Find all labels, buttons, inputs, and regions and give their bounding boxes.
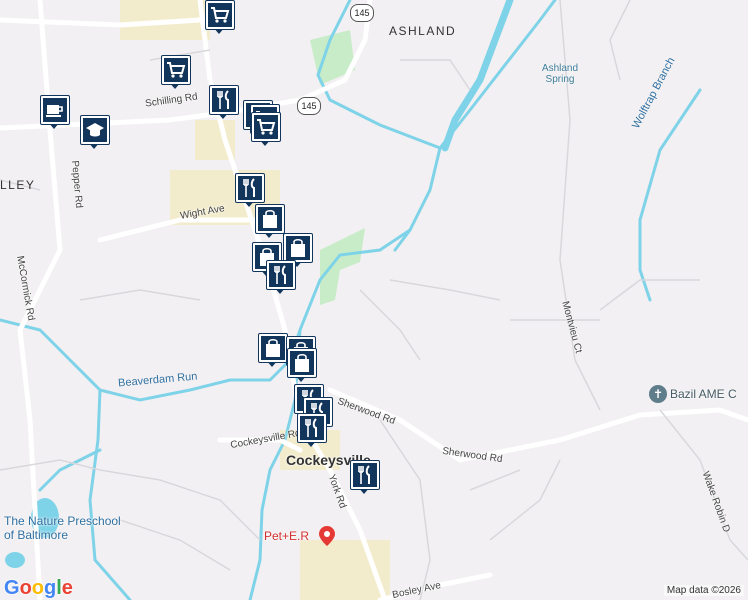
restaurant-marker[interactable] [235, 173, 265, 207]
fork-knife-icon [212, 88, 236, 112]
pond [5, 552, 25, 568]
shopping-bag-icon [258, 207, 282, 231]
school-marker[interactable] [80, 115, 110, 149]
shop-marker[interactable] [287, 348, 317, 382]
fork-knife-icon [238, 176, 262, 200]
shop-marker[interactable] [255, 204, 285, 238]
graduation-cap-icon [83, 118, 107, 142]
coffee-cup-icon [43, 98, 67, 122]
pet-er-label[interactable]: Pet+E.R [264, 529, 309, 543]
nature-preschool-label[interactable]: The Nature Preschool of Baltimore [4, 514, 124, 542]
minor-roads [0, 0, 748, 600]
route-145-shield: 145 [350, 4, 374, 22]
fork-knife-icon [269, 263, 293, 287]
restaurant-marker[interactable] [350, 460, 380, 494]
grocery-marker[interactable] [251, 112, 281, 146]
restaurant-marker[interactable] [209, 85, 239, 119]
major-roads [0, 0, 748, 600]
map-base-layer [0, 0, 748, 600]
valley-label: LLEY [0, 178, 36, 192]
shopping-cart-icon [164, 58, 188, 82]
shopping-bag-icon [261, 336, 285, 360]
fork-knife-icon [353, 463, 377, 487]
ashland-label: ASHLAND [389, 24, 457, 38]
location-pin-icon[interactable] [319, 526, 335, 546]
grocery-marker[interactable] [161, 55, 191, 89]
park-area [320, 228, 365, 305]
google-logo: Google [4, 577, 73, 599]
shop-marker[interactable] [258, 333, 288, 367]
cafe-marker[interactable] [40, 95, 70, 129]
ashland-spring-label: Ashland Spring [541, 63, 579, 85]
church-icon[interactable]: ✝ [649, 385, 667, 403]
shopping-bag-icon [290, 351, 314, 375]
shopping-bag-icon [286, 236, 310, 260]
shopping-cart-icon [254, 115, 278, 139]
restaurant-marker[interactable] [297, 413, 327, 447]
route-145-shield: 145 [297, 97, 321, 115]
restaurant-marker[interactable] [266, 260, 296, 294]
fork-knife-icon [300, 416, 324, 440]
bazil-ame-label[interactable]: Bazil AME C [670, 387, 737, 401]
grocery-marker[interactable] [205, 0, 235, 34]
map-attribution[interactable]: Map data ©2026 [663, 585, 744, 596]
map-canvas[interactable]: ASHLAND Ashland Spring LLEY Cockeysville… [0, 0, 748, 600]
shopping-cart-icon [208, 3, 232, 27]
